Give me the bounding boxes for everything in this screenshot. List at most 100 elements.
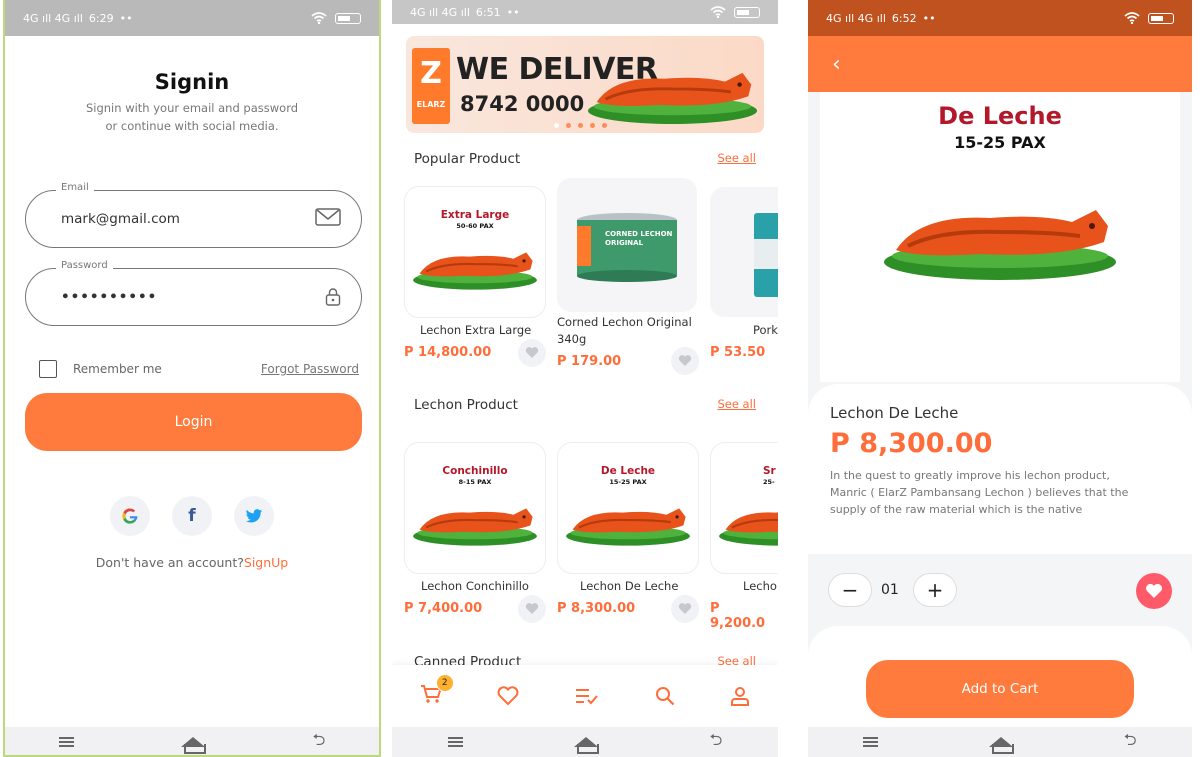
page-subtitle: Signin with your email and password or c…	[5, 99, 379, 135]
back-icon[interactable]: ⮌	[312, 729, 325, 756]
product-name: Pork	[753, 323, 778, 337]
status-dots: ••	[922, 11, 936, 25]
lechon-image	[882, 208, 1118, 282]
hero-title: De Leche	[938, 102, 1062, 130]
product-info: Lechon De Leche P 8,300.00 In the quest …	[808, 384, 1192, 554]
product-subtag: 8-15 PAX	[458, 478, 492, 486]
heart-icon[interactable]	[497, 686, 519, 706]
remember-checkbox[interactable]	[39, 360, 57, 378]
user-icon[interactable]	[730, 686, 750, 706]
signal-indicator: 4G ıll 4G ıll	[410, 5, 470, 19]
brand-logo: Z ELARZ	[412, 48, 450, 124]
product-name: Lecho	[743, 579, 777, 593]
signin-screen: 4G ıll 4G ıll 6:29 •• Signin Signin with…	[3, 0, 381, 757]
menu-icon[interactable]	[863, 737, 879, 747]
favorite-button[interactable]	[671, 595, 699, 623]
cart-action-area: Add to Cart	[808, 626, 1192, 727]
battery-icon	[1148, 12, 1174, 24]
password-field[interactable]: Password ••••••••••	[25, 260, 362, 326]
lechon-image	[718, 507, 778, 547]
product-card[interactable]: CORNED LECHON ORIGINAL	[557, 178, 697, 312]
product-subtag: 25-	[763, 478, 775, 486]
signal-indicator: 4G ıll 4G ıll	[23, 11, 83, 25]
product-card[interactable]: Extra Large 50-60 PAX	[405, 187, 545, 317]
login-button[interactable]: Login	[25, 393, 362, 451]
remember-me[interactable]: Remember me	[39, 360, 162, 378]
favorite-button[interactable]	[671, 347, 699, 375]
password-value[interactable]: ••••••••••	[61, 289, 157, 305]
carousel-dots	[554, 123, 607, 128]
twitter-icon	[245, 508, 263, 523]
menu-icon[interactable]	[58, 737, 74, 747]
subtitle-line-2: or continue with social media.	[105, 119, 279, 133]
status-bar: 4G ıll 4G ıll 6:51 ••	[392, 0, 778, 24]
popular-section-title: Popular Product	[414, 151, 521, 167]
lechon-section-title: Lechon Product	[414, 397, 518, 413]
product-card[interactable]: De Leche 15-25 PAX	[558, 443, 698, 573]
subtitle-line-1: Signin with your email and password	[85, 101, 299, 115]
tab-cart[interactable]: 2	[420, 674, 454, 708]
product-card[interactable]: Sr 25-	[711, 443, 778, 573]
product-price: P 179.00	[557, 354, 622, 369]
heart-icon	[525, 347, 539, 358]
favorite-button[interactable]	[518, 595, 546, 623]
product-name: Corned Lechon Original 340g	[557, 315, 692, 346]
product-name: Lechon Extra Large	[420, 323, 532, 337]
system-nav-bar: ⮌	[5, 727, 379, 756]
google-button[interactable]	[110, 496, 150, 536]
signup-link[interactable]: SignUp	[244, 555, 288, 570]
forgot-password-link[interactable]: Forgot Password	[261, 362, 359, 376]
heart-icon	[1146, 583, 1162, 598]
lechon-see-all-link[interactable]: See all	[717, 397, 756, 411]
battery-icon	[335, 12, 361, 24]
search-icon[interactable]	[655, 686, 675, 706]
product-name: Lechon De Leche	[580, 579, 679, 593]
signup-prompt: Don't have an account?SignUp	[5, 555, 379, 570]
product-detail-screen: 4G ıll 4G ıll 6:52 •• ‹ De Leche 15-25 P…	[808, 0, 1192, 757]
status-dots: ••	[119, 11, 133, 25]
email-label: Email	[56, 182, 94, 193]
product-description: In the quest to greatly improve his lech…	[830, 469, 1129, 516]
email-value[interactable]: mark@gmail.com	[61, 211, 180, 227]
back-icon[interactable]: ⮌	[1124, 729, 1137, 756]
product-card[interactable]: Conchinillo 8-15 PAX	[405, 443, 545, 573]
back-arrow-icon[interactable]: ‹	[832, 52, 841, 77]
add-to-cart-button[interactable]: Add to Cart	[866, 660, 1134, 718]
popular-see-all-link[interactable]: See all	[717, 151, 756, 165]
product-price: P 14,800.00	[404, 345, 492, 360]
favorite-button[interactable]	[1136, 573, 1172, 609]
lock-icon	[325, 288, 341, 306]
increment-button[interactable]: +	[914, 574, 956, 606]
heart-icon	[678, 603, 692, 614]
order-list-icon[interactable]	[575, 687, 599, 705]
signal-indicator: 4G ıll 4G ıll	[826, 11, 886, 25]
twitter-button[interactable]	[234, 496, 274, 536]
plus-icon: +	[926, 578, 944, 602]
menu-icon[interactable]	[447, 737, 463, 747]
clock: 6:29	[88, 11, 114, 25]
logo-sub: ELARZ	[416, 100, 446, 109]
home-icon[interactable]	[181, 737, 207, 754]
canned-product-image	[754, 213, 778, 297]
back-icon[interactable]: ⮌	[709, 729, 722, 756]
status-bar: 4G ıll 4G ıll 6:52 ••	[808, 0, 1192, 36]
facebook-button[interactable]: f	[172, 496, 212, 536]
decrement-button[interactable]: −	[829, 574, 871, 606]
bottom-tab-bar: 2	[392, 665, 778, 727]
product-tag: Conchinillo	[442, 465, 508, 477]
product-price: P 8,300.00	[830, 428, 993, 459]
facebook-icon: f	[188, 506, 196, 526]
heart-icon	[525, 603, 539, 614]
favorite-button[interactable]	[518, 339, 546, 367]
quantity-value: 01	[881, 582, 899, 598]
product-card[interactable]	[710, 187, 778, 317]
product-hero: De Leche 15-25 PAX	[820, 92, 1180, 382]
banner-lechon-image	[586, 71, 759, 126]
promo-banner[interactable]: Z ELARZ WE DELIVER 8742 0000	[406, 36, 764, 133]
home-screen: 4G ıll 4G ıll 6:51 •• Z ELARZ WE DELIVER …	[392, 0, 778, 757]
home-icon[interactable]	[989, 737, 1015, 754]
home-icon[interactable]	[574, 737, 600, 754]
clock: 6:51	[475, 5, 501, 19]
email-field[interactable]: Email mark@gmail.com	[25, 182, 362, 248]
product-subtag: 15-25 PAX	[609, 478, 647, 486]
